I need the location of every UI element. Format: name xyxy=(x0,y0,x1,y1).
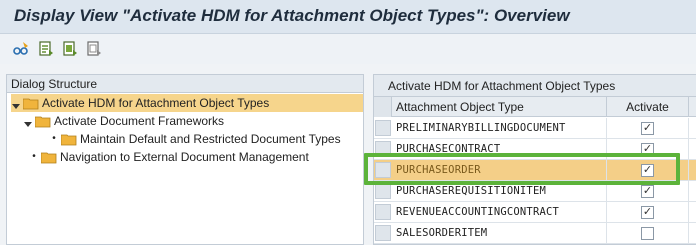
select-all-cell[interactable] xyxy=(374,97,392,117)
activate-checkbox[interactable]: ✓ xyxy=(641,143,654,156)
tree-item-label: Activate HDM for Attachment Object Types xyxy=(42,96,270,110)
folder-icon xyxy=(60,133,77,146)
table-header: Attachment Object Type Activate xyxy=(374,97,696,117)
row-selector[interactable] xyxy=(375,141,391,157)
table-row[interactable]: PURCHASEREQUISITIONITEM ✓ xyxy=(374,181,696,202)
dialog-structure-panel: Dialog Structure Activate HDM for Attach… xyxy=(6,74,364,245)
glasses-edit-icon[interactable] xyxy=(12,40,30,58)
table-row[interactable]: PURCHASECONTRACT ✓ xyxy=(374,139,696,160)
row-selector[interactable] xyxy=(375,204,391,220)
folder-icon xyxy=(40,151,57,164)
expand-arrow-icon[interactable] xyxy=(23,116,33,127)
activate-checkbox[interactable]: ✓ xyxy=(641,164,654,177)
attachment-object-type: PURCHASEREQUISITIONITEM xyxy=(392,181,607,202)
bullet-icon: • xyxy=(52,133,56,144)
table-title: Activate HDM for Attachment Object Types xyxy=(374,75,696,97)
title-bar: Display View "Activate HDM for Attachmen… xyxy=(0,0,696,34)
column-header-type[interactable]: Attachment Object Type xyxy=(392,97,607,117)
table-row-highlighted[interactable]: PURCHASEORDER ✓ xyxy=(374,160,696,181)
document-deselect-icon[interactable] xyxy=(85,40,103,58)
tree-item-document-frameworks[interactable]: Activate Document Frameworks xyxy=(23,112,224,130)
row-selector[interactable] xyxy=(375,162,391,178)
attachment-object-type: SALESORDERITEM xyxy=(392,223,607,244)
toolbar xyxy=(0,34,696,64)
tree-item-default-doc-types[interactable]: • Maintain Default and Restricted Docume… xyxy=(49,130,341,148)
attachment-object-type: REVENUEACCOUNTINGCONTRACT xyxy=(392,202,607,223)
bullet-icon: • xyxy=(32,151,36,162)
table-row[interactable]: REVENUEACCOUNTINGCONTRACT ✓ xyxy=(374,202,696,223)
attachment-object-type: PURCHASEORDER xyxy=(392,160,607,181)
dialog-structure-header: Dialog Structure xyxy=(7,75,363,93)
activate-checkbox[interactable]: ✓ xyxy=(641,206,654,219)
activate-checkbox[interactable] xyxy=(641,227,654,240)
row-selector[interactable] xyxy=(375,183,391,199)
tree-item-label: Activate Document Frameworks xyxy=(54,114,225,128)
folder-icon xyxy=(34,115,51,128)
row-selector[interactable] xyxy=(375,120,391,136)
page-title: Display View "Activate HDM for Attachmen… xyxy=(14,6,570,25)
activate-checkbox[interactable]: ✓ xyxy=(641,185,654,198)
tree-item-external-dms[interactable]: • Navigation to External Document Manage… xyxy=(29,148,309,166)
expand-arrow-icon[interactable] xyxy=(11,98,21,109)
document-details-icon[interactable] xyxy=(37,40,55,58)
folder-open-icon xyxy=(22,97,39,110)
tree-item-activate-hdm[interactable]: Activate HDM for Attachment Object Types xyxy=(11,94,363,112)
document-select-icon[interactable] xyxy=(61,40,79,58)
attachment-types-table: Activate HDM for Attachment Object Types… xyxy=(373,74,696,245)
attachment-object-type: PRELIMINARYBILLINGDOCUMENT xyxy=(392,118,607,139)
table-row[interactable]: SALESORDERITEM xyxy=(374,223,696,244)
tree-item-label: Navigation to External Document Manageme… xyxy=(60,150,309,164)
column-header-activate[interactable]: Activate xyxy=(607,97,689,117)
table-row[interactable]: PRELIMINARYBILLINGDOCUMENT ✓ xyxy=(374,118,696,139)
activate-checkbox[interactable]: ✓ xyxy=(641,122,654,135)
tree-item-label: Maintain Default and Restricted Document… xyxy=(80,132,341,146)
row-selector[interactable] xyxy=(375,225,391,241)
attachment-object-type: PURCHASECONTRACT xyxy=(392,139,607,160)
